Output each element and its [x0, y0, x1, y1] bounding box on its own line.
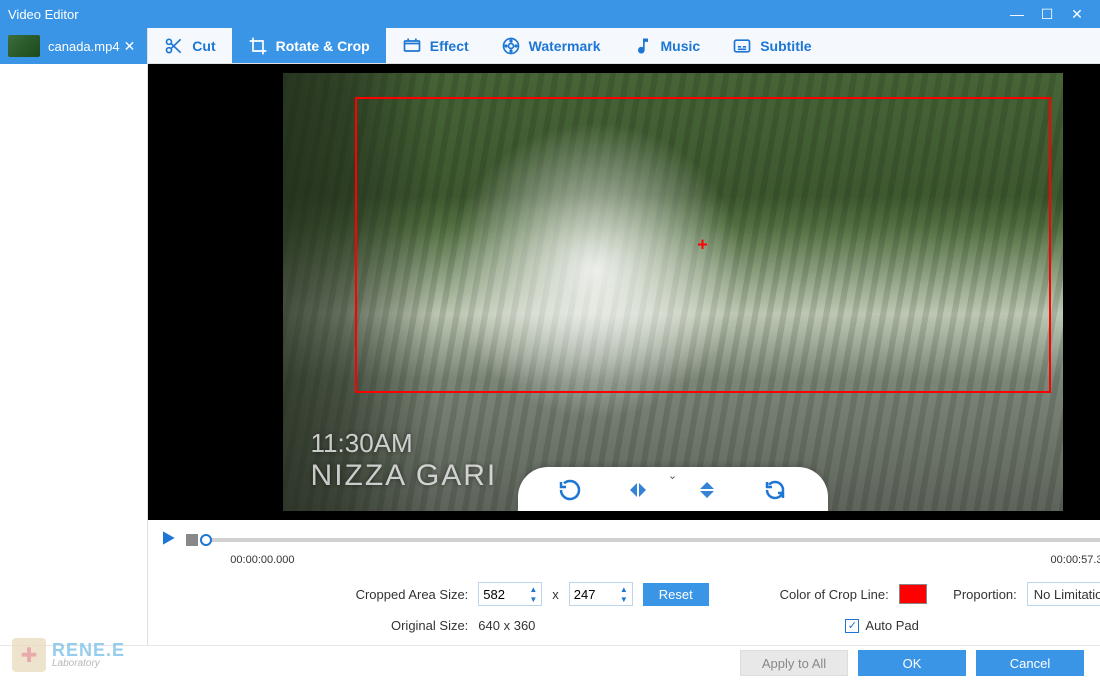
size-separator: x — [552, 587, 559, 602]
overlay-place: NIZZA GARI — [311, 459, 498, 493]
logo-line2: Laboratory — [52, 659, 125, 669]
crop-height-field[interactable] — [570, 587, 612, 602]
video-frame[interactable]: + 11:30AM NIZZA GARI ⌄ — [283, 73, 1063, 511]
tab-subtitle-label: Subtitle — [760, 38, 811, 54]
title-bar: Video Editor — ☐ ✕ — [0, 0, 1100, 28]
autopad-label: Auto Pad — [865, 618, 919, 633]
proportion-select[interactable]: No Limitation ▼ — [1027, 582, 1100, 606]
scissors-icon — [164, 36, 184, 56]
logo-line1: RENE.E — [52, 641, 125, 659]
file-close-button[interactable]: ✕ — [120, 38, 140, 55]
time-row: 00:00:00.000 00:00:57.377 — [148, 554, 1100, 570]
height-down[interactable]: ▼ — [616, 594, 632, 604]
tab-music[interactable]: Music — [617, 28, 717, 63]
overlay-time: 11:30AM — [311, 428, 498, 459]
crop-color-label: Color of Crop Line: — [749, 587, 889, 602]
close-button[interactable]: ✕ — [1062, 6, 1092, 23]
ok-button[interactable]: OK — [858, 650, 966, 676]
apply-to-all-button[interactable]: Apply to All — [740, 650, 848, 676]
crop-settings: Cropped Area Size: ▲▼ x ▲▼ Reset Color o… — [148, 570, 1100, 645]
crop-color-swatch[interactable] — [899, 584, 927, 604]
crop-icon — [248, 36, 268, 56]
main-area: canada.mp4 ✕ Cut Rotate & Crop — [0, 28, 1100, 645]
tab-cut[interactable]: Cut — [148, 28, 231, 63]
tab-music-label: Music — [661, 38, 701, 54]
tab-rotate-crop-label: Rotate & Crop — [276, 38, 370, 54]
transform-panel: ⌄ — [518, 467, 828, 511]
video-overlay-text: 11:30AM NIZZA GARI — [311, 428, 498, 493]
tab-rotate-crop[interactable]: Rotate & Crop — [232, 28, 386, 63]
file-sidebar: canada.mp4 ✕ — [0, 28, 148, 645]
tab-watermark[interactable]: Watermark — [485, 28, 617, 63]
width-down[interactable]: ▼ — [525, 594, 541, 604]
crop-width-input[interactable]: ▲▼ — [478, 582, 542, 606]
original-size-label: Original Size: — [168, 618, 468, 633]
crop-height-input[interactable]: ▲▼ — [569, 582, 633, 606]
crop-center-marker[interactable]: + — [697, 235, 708, 256]
seek-slider[interactable] — [206, 530, 1100, 550]
flip-vertical-button[interactable] — [692, 475, 722, 505]
footer-bar: Apply to All OK Cancel — [0, 645, 1100, 680]
tab-effect[interactable]: Effect — [386, 28, 485, 63]
crop-rectangle[interactable]: + — [355, 97, 1051, 393]
edit-toolbar: Cut Rotate & Crop Effect Watermark — [148, 28, 1100, 64]
content-area: Cut Rotate & Crop Effect Watermark — [148, 28, 1100, 645]
stop-button[interactable] — [186, 534, 198, 546]
tab-watermark-label: Watermark — [529, 38, 601, 54]
cancel-button[interactable]: Cancel — [976, 650, 1084, 676]
end-time-label: 00:00:57.377 — [1051, 554, 1100, 566]
play-button[interactable] — [158, 528, 178, 553]
seek-thumb[interactable] — [200, 534, 212, 546]
maximize-button[interactable]: ☐ — [1032, 6, 1062, 23]
window-title: Video Editor — [8, 7, 1002, 22]
proportion-label: Proportion: — [937, 587, 1017, 602]
panel-collapse-caret[interactable]: ⌄ — [668, 469, 677, 482]
preview-area: + 11:30AM NIZZA GARI ⌄ — [148, 64, 1100, 520]
rotate-cw-button[interactable] — [555, 475, 585, 505]
watermark-icon — [501, 36, 521, 56]
cropped-area-label: Cropped Area Size: — [168, 587, 468, 602]
reset-button[interactable]: Reset — [643, 583, 709, 606]
minimize-button[interactable]: — — [1002, 6, 1032, 22]
width-up[interactable]: ▲ — [525, 584, 541, 594]
file-name-label: canada.mp4 — [48, 39, 120, 54]
logo-badge-icon: ✚ — [12, 638, 46, 672]
height-up[interactable]: ▲ — [616, 584, 632, 594]
file-thumbnail — [8, 35, 40, 57]
crop-width-field[interactable] — [479, 587, 521, 602]
proportion-value: No Limitation — [1034, 587, 1100, 602]
brand-logo: ✚ RENE.E Laboratory — [12, 638, 125, 672]
reset-transform-button[interactable] — [760, 475, 790, 505]
autopad-checkbox[interactable]: ✓ Auto Pad — [845, 618, 919, 633]
original-size-value: 640 x 360 — [478, 618, 535, 633]
tab-subtitle[interactable]: Subtitle — [716, 28, 827, 63]
file-tab[interactable]: canada.mp4 ✕ — [0, 28, 147, 64]
tab-cut-label: Cut — [192, 38, 215, 54]
effect-icon — [402, 36, 422, 56]
start-time-label: 00:00:00.000 — [230, 554, 294, 566]
tab-effect-label: Effect — [430, 38, 469, 54]
flip-horizontal-button[interactable] — [623, 475, 653, 505]
music-icon — [633, 36, 653, 56]
check-icon: ✓ — [845, 619, 859, 633]
subtitle-icon — [732, 36, 752, 56]
